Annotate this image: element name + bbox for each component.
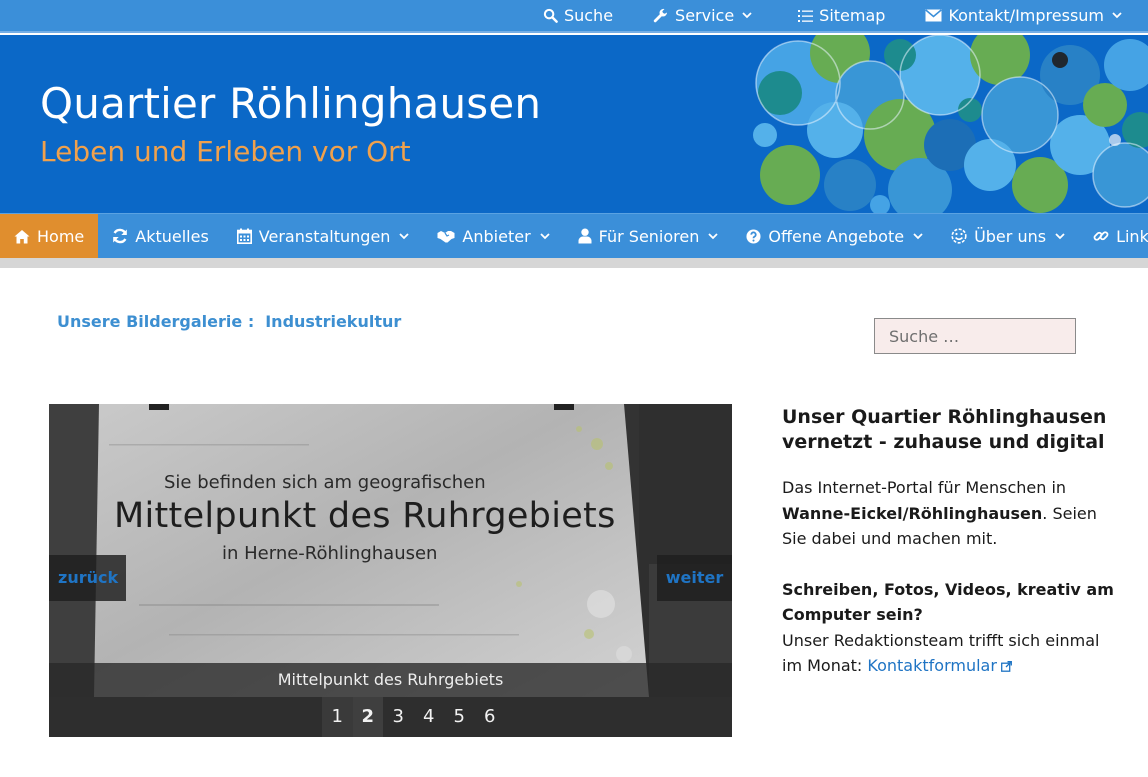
slide-plate-line2: Mittelpunkt des Ruhrgebiets — [114, 496, 616, 536]
nav-label: Für Senioren — [598, 226, 700, 246]
chevron-down-icon — [708, 232, 719, 239]
slider-page-2[interactable]: 2 — [352, 697, 383, 737]
search-icon — [543, 8, 558, 23]
slide-plate-line3: in Herne-Röhlinghausen — [222, 543, 438, 564]
sidebar-intro-bold: Wanne-Eickel/Röhlinghausen — [782, 503, 1043, 523]
chevron-down-icon — [1112, 12, 1122, 19]
external-link-icon — [1000, 661, 1012, 672]
nav-label: Anbieter — [462, 226, 531, 246]
slider-page-1[interactable]: 1 — [322, 697, 353, 737]
slider-prev-button[interactable]: zurück — [49, 555, 126, 601]
nav-label: Home — [37, 226, 85, 246]
top-search-link[interactable]: Suche — [543, 6, 613, 25]
sidebar-cta: Schreiben, Fotos, Videos, kreativ am Com… — [782, 577, 1122, 679]
slider-pagination: 1 2 3 4 5 6 — [49, 697, 732, 737]
nav-item-veranstaltungen[interactable]: Veranstaltungen — [223, 214, 424, 258]
slider-page-4[interactable]: 4 — [414, 697, 445, 737]
slider-page-3[interactable]: 3 — [383, 697, 414, 737]
envelope-icon — [925, 9, 943, 22]
nav-item-anbieter[interactable]: Anbieter — [423, 214, 563, 258]
top-service-label: Service — [675, 6, 735, 25]
nav-label: Aktuelles — [135, 226, 209, 246]
slider-page-6[interactable]: 6 — [475, 697, 506, 737]
smile-icon — [951, 228, 967, 244]
nav-item-offene-angebote[interactable]: Offene Angebote — [732, 214, 937, 258]
refresh-icon — [113, 228, 128, 244]
slider-page-5[interactable]: 5 — [444, 697, 475, 737]
image-slider: Sie befinden sich am geografischen Mitte… — [49, 404, 732, 737]
nav-item-fuer-senioren[interactable]: Für Senioren — [564, 214, 733, 258]
chevron-down-icon — [540, 232, 550, 239]
sidebar-title: Unser Quartier Röhlinghausen vernetzt - … — [782, 406, 1107, 453]
site-header: Quartier Röhlinghausen Leben und Erleben… — [0, 35, 1148, 213]
site-tagline: Leben und Erleben vor Ort — [40, 135, 411, 168]
home-icon — [14, 229, 30, 243]
chevron-down-icon — [913, 232, 923, 239]
sidebar-intro-before: Das Internet-Portal für Menschen in — [782, 478, 1067, 497]
user-icon — [578, 228, 592, 244]
chevron-down-icon — [399, 232, 410, 239]
site-title[interactable]: Quartier Röhlinghausen — [40, 79, 541, 128]
nav-label: Links — [1116, 226, 1148, 246]
chevron-down-icon — [742, 12, 752, 19]
top-service-menu[interactable]: Service — [653, 6, 758, 25]
calendar-icon — [236, 228, 252, 244]
sidebar-cta-bold: Schreiben, Fotos, Videos, kreativ am Com… — [782, 579, 1114, 625]
gallery-heading-name[interactable]: Industriekultur — [265, 312, 401, 331]
nav-label: Veranstaltungen — [258, 226, 391, 246]
link-icon — [1093, 231, 1109, 241]
slider-next-button[interactable]: weiter — [657, 555, 732, 601]
nav-item-links[interactable]: Links — [1079, 214, 1148, 258]
handshake-icon — [437, 231, 455, 243]
header-bubbles-graphic — [753, 35, 1148, 213]
top-sitemap-label: Sitemap — [819, 6, 886, 25]
question-circle-icon — [746, 228, 761, 244]
top-contact-menu[interactable]: Kontakt/Impressum — [925, 6, 1128, 25]
wrench-icon — [653, 8, 668, 22]
top-search-label: Suche — [563, 6, 614, 25]
main-navigation: Home Aktuelles Veranstaltungen Anbieter … — [0, 213, 1148, 258]
top-bar: Suche Service Sitemap Kontakt/Impressum — [0, 0, 1148, 33]
chevron-down-icon — [1055, 232, 1065, 239]
contact-form-link-label: Kontaktformular — [867, 656, 997, 675]
nav-label: Über uns — [974, 226, 1047, 246]
gallery-heading: Unsere Bildergalerie : Industriekultur — [57, 312, 401, 331]
nav-item-home[interactable]: Home — [0, 214, 99, 258]
sidebar-search-input[interactable] — [874, 318, 1076, 354]
slide-caption: Mittelpunkt des Ruhrgebiets — [49, 663, 732, 697]
sidebar-intro: Das Internet-Portal für Menschen in Wann… — [782, 475, 1122, 552]
sidebar-text: Das Internet-Portal für Menschen in Wann… — [782, 475, 1122, 704]
nav-item-aktuelles[interactable]: Aktuelles — [98, 214, 223, 258]
list-icon — [798, 9, 814, 22]
slide-plate-line1: Sie befinden sich am geografischen — [164, 472, 486, 493]
top-sitemap-link[interactable]: Sitemap — [798, 6, 885, 25]
gallery-heading-prefix: Unsere Bildergalerie : — [57, 312, 255, 331]
top-contact-label: Kontakt/Impressum — [948, 6, 1104, 25]
nav-item-ueber-uns[interactable]: Über uns — [937, 214, 1079, 258]
nav-label: Offene Angebote — [768, 226, 905, 246]
nav-divider — [0, 258, 1148, 268]
contact-form-link[interactable]: Kontaktformular — [867, 656, 1012, 675]
